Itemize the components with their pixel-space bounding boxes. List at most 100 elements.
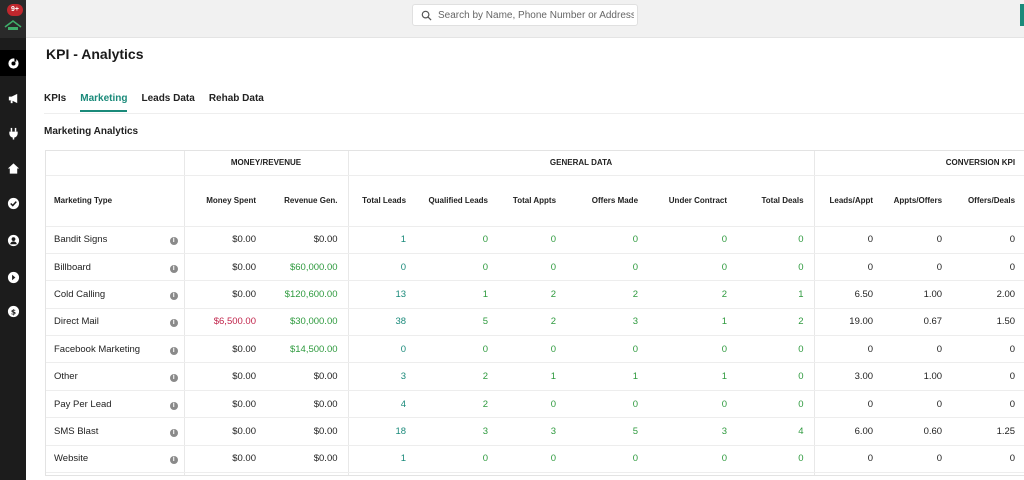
search-input[interactable] xyxy=(438,9,634,21)
info-cell[interactable]: i xyxy=(164,308,184,337)
cell-money-spent: $0.00 xyxy=(183,445,266,474)
col-header-total-leads[interactable]: Total Leads xyxy=(347,175,417,227)
table-row: Cold Calling i $0.00 $120,600.00 13 1 2 … xyxy=(46,280,1024,309)
info-icon[interactable]: i xyxy=(169,346,178,355)
cell-leads-appt: 0 xyxy=(813,226,884,254)
cell-appts-offers: 0 xyxy=(883,445,953,474)
cell-marketing-type: SMS Blast xyxy=(46,417,164,446)
cell-total-deals: 7 xyxy=(737,473,814,475)
cell-under-contract: 2 xyxy=(648,280,738,309)
app-logo[interactable]: 9+ xyxy=(0,0,26,38)
cell-revenue-gen: $0.00 xyxy=(266,390,349,419)
top-action-button[interactable] xyxy=(1020,4,1024,26)
col-header-qualified-leads[interactable]: Qualified Leads xyxy=(416,175,499,227)
cell-marketing-type: Website xyxy=(46,445,164,474)
info-icon[interactable]: i xyxy=(169,264,178,273)
search-box[interactable] xyxy=(412,4,638,26)
tab-rehab-data[interactable]: Rehab Data xyxy=(209,93,264,112)
cell-under-contract: 0 xyxy=(648,445,738,474)
info-cell[interactable]: i xyxy=(164,280,184,309)
table-body: Bandit Signs i $0.00 $0.00 1 0 0 0 0 0 0… xyxy=(46,226,1024,475)
table-row: Billboard i $0.00 $60,000.00 0 0 0 0 0 0… xyxy=(46,253,1024,282)
cell-revenue-gen: $60,000.00 xyxy=(266,253,349,282)
cell-appts-offers: 0 xyxy=(883,226,953,254)
cell-revenue-gen: $14,500.00 xyxy=(266,335,349,364)
cell-offers-deals: 0 xyxy=(952,362,1024,391)
col-header-offers-made[interactable]: Offers Made xyxy=(566,175,649,227)
cell-marketing-type: Bandit Signs xyxy=(46,226,164,254)
info-cell[interactable]: i xyxy=(164,417,184,446)
cell-total-leads: 18 xyxy=(347,417,417,446)
nav-dashboard[interactable] xyxy=(0,50,26,76)
home-icon xyxy=(7,162,19,174)
cell-total-deals: 0 xyxy=(737,362,815,391)
group-header-conversion: CONVERSION KPI xyxy=(813,151,1024,176)
tab-kpis[interactable]: KPIs xyxy=(44,93,66,112)
col-header-offers-deals[interactable]: Offers/Deals xyxy=(952,175,1024,227)
col-header-total-appts[interactable]: Total Appts xyxy=(498,175,567,227)
cell-appts-offers: 0.60 xyxy=(883,417,953,446)
nav-transfers[interactable] xyxy=(0,264,26,290)
cell-leads-appt: 0 xyxy=(813,335,884,364)
marketing-analytics-table: MONEY/REVENUE GENERAL DATA CONVERSION KP… xyxy=(45,150,1024,476)
nav-tasks[interactable] xyxy=(0,190,26,216)
info-icon[interactable]: i xyxy=(169,291,178,300)
col-header-appts-offers[interactable]: Appts/Offers xyxy=(883,175,953,227)
group-header-general: GENERAL DATA xyxy=(347,151,815,176)
cell-total-appts: 0 xyxy=(498,390,567,419)
info-icon[interactable]: i xyxy=(169,319,178,328)
cell-leads-appt: 0 xyxy=(813,445,884,474)
cell-appts-offers: 0 xyxy=(883,335,953,364)
info-cell[interactable]: i xyxy=(164,362,184,391)
col-header-under-contract[interactable]: Under Contract xyxy=(648,175,738,227)
tabs-divider xyxy=(44,113,1024,114)
nav-finance[interactable]: $ xyxy=(0,298,26,324)
tab-bar: KPIs Marketing Leads Data Rehab Data xyxy=(44,93,278,112)
cell-appts-offers: 0.73 xyxy=(883,473,952,475)
cell-revenue-gen: $0.00 xyxy=(266,226,349,254)
cell-marketing-type: Direct Mail xyxy=(46,308,164,337)
info-icon[interactable]: i xyxy=(169,237,178,246)
cell-total-leads: 78 xyxy=(347,472,417,475)
cell-under-contract: 0 xyxy=(648,253,738,282)
cell-appts-offers: 0.67 xyxy=(883,308,953,337)
cell-total-appts: 8 xyxy=(498,473,566,475)
info-icon[interactable]: i xyxy=(169,401,178,410)
cell-total-leads: 13 xyxy=(347,280,417,309)
info-cell[interactable]: i xyxy=(164,253,184,282)
nav-marketing[interactable] xyxy=(0,85,26,111)
tab-marketing[interactable]: Marketing xyxy=(80,93,128,112)
table-row: Direct Mail i $6,500.00 $30,000.00 38 5 … xyxy=(46,308,1024,337)
cell-under-contract: 1 xyxy=(648,362,738,391)
info-icon[interactable]: i xyxy=(169,428,178,437)
cell-total-appts: 0 xyxy=(498,226,567,254)
info-cell[interactable]: i xyxy=(164,390,184,419)
info-cell[interactable]: i xyxy=(164,335,184,364)
cell-under-contract: 0 xyxy=(648,390,738,419)
notification-badge[interactable]: 9+ xyxy=(7,4,23,16)
dashboard-icon xyxy=(7,57,19,69)
nav-integrations[interactable] xyxy=(0,120,26,146)
table-row: Bandit Signs i $0.00 $0.00 1 0 0 0 0 0 0… xyxy=(46,226,1024,254)
info-cell[interactable]: i xyxy=(164,226,184,254)
cell-total-leads: 3 xyxy=(347,362,417,391)
col-header-leads-appt[interactable]: Leads/Appt xyxy=(813,175,884,227)
tab-leads-data[interactable]: Leads Data xyxy=(141,93,194,112)
cell-revenue-gen: $30,000.00 xyxy=(266,308,349,337)
cell-leads-appt: 19.00 xyxy=(813,308,884,337)
cell-money-spent: $0.00 xyxy=(183,226,266,254)
arrow-circle-icon xyxy=(7,271,19,283)
info-icon[interactable]: i xyxy=(169,374,178,383)
cell-qualified-leads: 0 xyxy=(416,445,499,474)
cell-total-appts: 2 xyxy=(498,308,567,337)
info-icon[interactable]: i xyxy=(169,456,178,465)
info-cell[interactable]: i xyxy=(164,445,184,474)
col-header-total-deals[interactable]: Total Deals xyxy=(737,175,815,227)
nav-properties[interactable] xyxy=(0,155,26,181)
table-row: Pay Per Lead i $0.00 $0.00 4 2 0 0 0 0 0… xyxy=(46,390,1024,419)
col-header-marketing-type[interactable]: Marketing Type xyxy=(46,175,184,227)
col-header-revenue-gen[interactable]: Revenue Gen. xyxy=(266,175,349,227)
nav-contacts[interactable] xyxy=(0,227,26,253)
col-header-money-spent[interactable]: Money Spent xyxy=(183,175,266,227)
cell-qualified-leads: 3 xyxy=(416,417,499,446)
